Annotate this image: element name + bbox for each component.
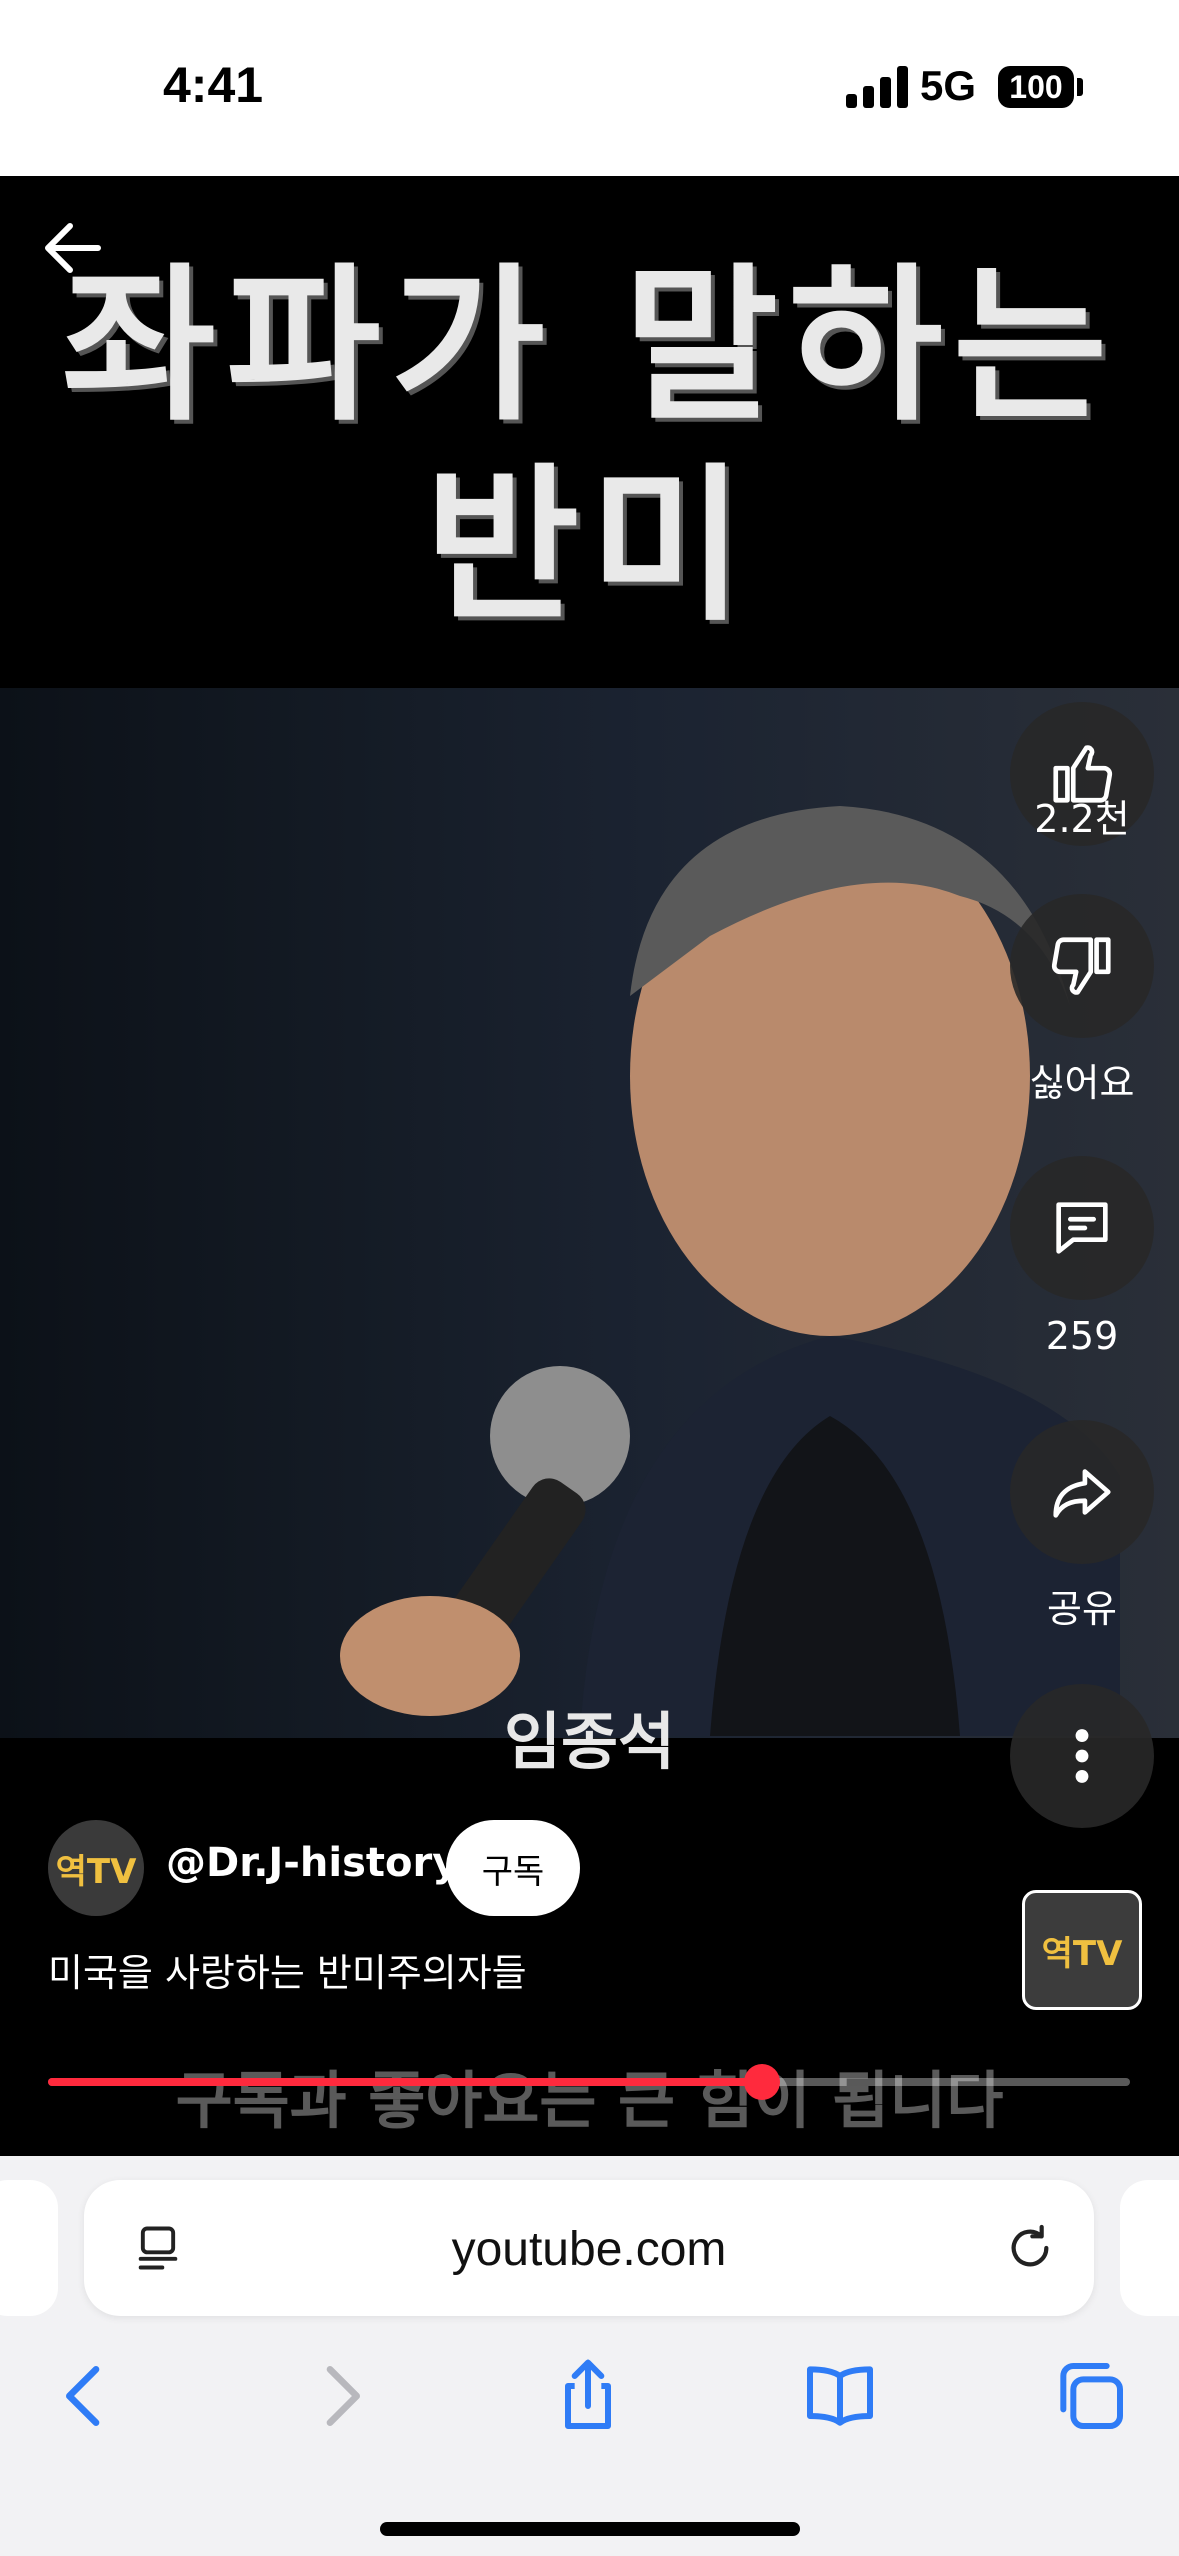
progress-bar[interactable] [48, 2064, 1130, 2100]
forward-chevron-icon[interactable] [300, 2356, 380, 2436]
name-caption: 임종석 [503, 1705, 676, 1778]
channel-thumbnail[interactable]: 역TV [1022, 1890, 1142, 2010]
dislike-button[interactable] [1010, 894, 1154, 1038]
back-chevron-icon[interactable] [46, 2356, 126, 2436]
title-line-2: 반미 [424, 448, 755, 644]
more-vertical-icon [1075, 1729, 1089, 1783]
home-indicator [380, 2522, 800, 2536]
progress-handle[interactable] [744, 2064, 781, 2100]
microphone-image [340, 1366, 630, 1716]
like-count: 2.2천 [1034, 797, 1130, 841]
back-arrow-icon[interactable] [40, 216, 104, 280]
next-tab-edge[interactable] [1120, 2180, 1179, 2316]
url-text: youtube.com [451, 2223, 727, 2276]
previous-tab-edge[interactable] [0, 2180, 58, 2316]
bookmarks-icon[interactable] [800, 2356, 880, 2436]
channel-handle[interactable]: @Dr.J-history [166, 1840, 458, 1886]
more-button[interactable] [1010, 1684, 1154, 1828]
progress-fill [48, 2078, 763, 2086]
dislike-label: 싫어요 [1029, 1061, 1135, 1105]
subscribe-button[interactable]: 구독 [446, 1820, 580, 1916]
channel-avatar[interactable]: 역TV [48, 1820, 144, 1916]
video-description[interactable]: 미국을 사랑하는 반미주의자들 [48, 1942, 527, 1997]
share-arrow-icon [1053, 1469, 1111, 1518]
share-label: 공유 [1047, 1587, 1117, 1631]
battery-icon: 100 [998, 66, 1074, 108]
video-title-overlay: 좌파가 말하는 반미 [0, 246, 1179, 646]
reload-icon[interactable] [1002, 2220, 1058, 2276]
network-label: 5G [920, 62, 977, 109]
browser-toolbar: youtube.com [0, 2156, 1179, 2556]
share-icon[interactable] [548, 2356, 628, 2436]
title-line-1: 좌파가 말하는 [61, 248, 1118, 444]
comment-icon [1056, 1202, 1108, 1254]
avatar-text: 역TV [55, 1851, 137, 1892]
thumbnail-text: 역TV [1041, 1933, 1123, 1974]
address-bar[interactable]: youtube.com [84, 2180, 1094, 2316]
tabs-icon[interactable] [1050, 2356, 1130, 2436]
comment-count: 259 [1045, 1314, 1119, 1358]
battery-tip [1077, 78, 1083, 96]
comments-button[interactable] [1010, 1156, 1154, 1300]
status-bar: 4:41 5G 100 [0, 0, 1179, 176]
thumbs-down-icon [1051, 937, 1111, 995]
subscribe-caption: 구독과 좋아요는 큰 힘이 됩니다 [175, 2064, 1004, 2137]
signal-icon [846, 66, 908, 108]
share-button[interactable] [1010, 1420, 1154, 1564]
status-time: 4:41 [163, 57, 264, 113]
